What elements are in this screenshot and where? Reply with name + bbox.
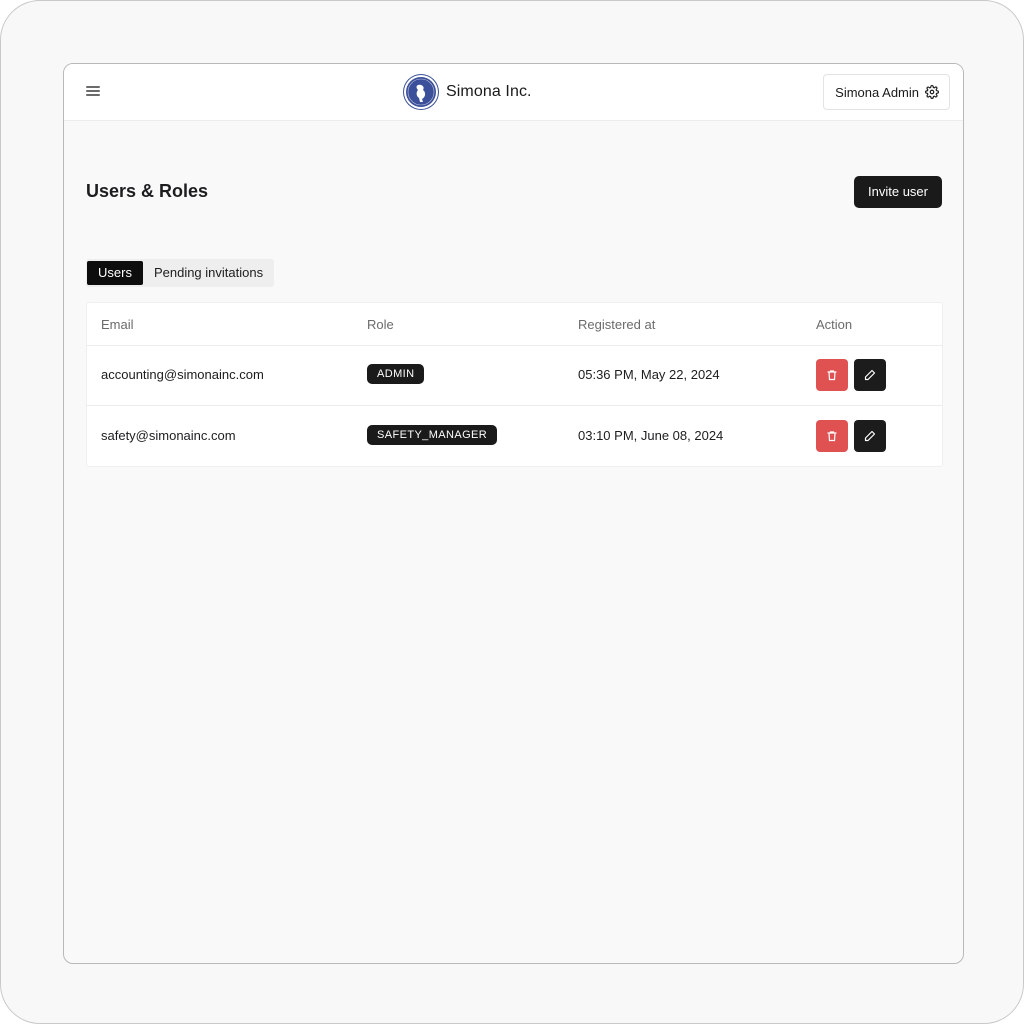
hamburger-menu-icon[interactable]: [84, 84, 102, 100]
device-frame: Simona Inc. Simona Admin Users & Roles I…: [0, 0, 1024, 1024]
delete-user-button[interactable]: [816, 359, 848, 391]
role-badge: ADMIN: [367, 364, 425, 384]
app-window: Simona Inc. Simona Admin Users & Roles I…: [63, 63, 964, 964]
gear-icon: [925, 85, 939, 99]
column-header-registered-at[interactable]: Registered at: [578, 317, 655, 332]
pencil-icon: [864, 430, 876, 442]
user-menu-label: Simona Admin: [835, 84, 919, 100]
brand[interactable]: Simona Inc.: [404, 74, 532, 110]
role-badge: SAFETY_MANAGER: [367, 425, 498, 445]
tab-users[interactable]: Users: [87, 261, 143, 285]
tab-bar: Users Pending invitations: [86, 259, 275, 287]
company-logo: [404, 75, 438, 109]
top-bar: Simona Inc. Simona Admin: [64, 64, 963, 121]
table-header: Email Role Registered at Action: [87, 303, 942, 346]
brand-name: Simona Inc.: [446, 83, 532, 100]
users-table: Email Role Registered at Action accounti…: [86, 302, 943, 467]
row-registered-at: 03:10 PM, June 08, 2024: [578, 428, 724, 443]
column-header-role[interactable]: Role: [367, 317, 394, 332]
trash-icon: [827, 431, 837, 442]
invite-user-button[interactable]: Invite user: [854, 176, 942, 208]
column-header-action: Action: [816, 317, 853, 332]
trash-icon: [827, 370, 837, 381]
row-email: safety@simonainc.com: [101, 428, 236, 443]
row-registered-at: 05:36 PM, May 22, 2024: [578, 367, 720, 382]
column-header-email[interactable]: Email: [101, 317, 134, 332]
user-menu-button[interactable]: Simona Admin: [823, 74, 950, 110]
row-email: accounting@simonainc.com: [101, 367, 264, 382]
tab-pending-invitations[interactable]: Pending invitations: [143, 259, 274, 287]
table-row: accounting@simonainc.com ADMIN 05:36 PM,…: [87, 345, 942, 405]
edit-user-button[interactable]: [854, 359, 886, 391]
page-title: Users & Roles: [86, 181, 209, 201]
edit-user-button[interactable]: [854, 420, 886, 452]
pencil-icon: [864, 369, 876, 381]
table-row: safety@simonainc.com SAFETY_MANAGER 03:1…: [87, 405, 942, 466]
delete-user-button[interactable]: [816, 420, 848, 452]
